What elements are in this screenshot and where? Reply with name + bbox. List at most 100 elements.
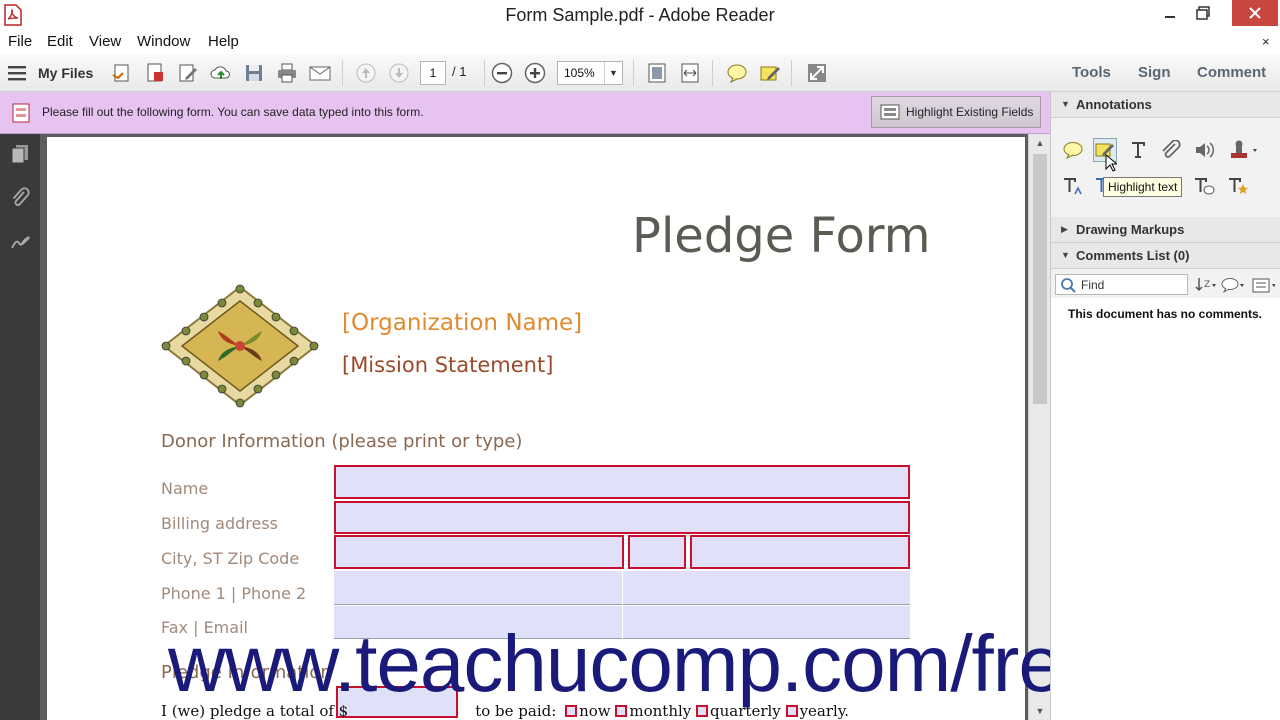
- zoom-out-icon[interactable]: [490, 61, 514, 85]
- create-pdf-icon[interactable]: [110, 61, 134, 85]
- attach-file-tool-icon[interactable]: [1159, 138, 1183, 162]
- menu-edit[interactable]: Edit: [47, 33, 73, 50]
- scroll-thumb[interactable]: [1033, 154, 1047, 404]
- menu-help[interactable]: Help: [208, 33, 239, 50]
- filter-comments-icon[interactable]: [1220, 273, 1244, 297]
- print-icon[interactable]: [275, 61, 299, 85]
- tab-comment[interactable]: Comment: [1197, 64, 1266, 81]
- watermark-url: www.teachucomp.com/free: [168, 619, 1106, 708]
- name-field[interactable]: [334, 465, 910, 499]
- insert-text-tool-icon[interactable]: [1061, 174, 1085, 198]
- record-audio-tool-icon[interactable]: [1192, 138, 1216, 162]
- title-bar: Form Sample.pdf - Adobe Reader: [0, 0, 1280, 30]
- page-number-input[interactable]: 1: [420, 61, 446, 85]
- billing-address-field[interactable]: [334, 501, 910, 534]
- text-correction-tool-icon[interactable]: [1226, 174, 1250, 198]
- my-files-button[interactable]: My Files: [8, 63, 93, 83]
- email-icon[interactable]: [308, 61, 332, 85]
- mission-statement: [Mission Statement]: [342, 353, 554, 377]
- form-notification-bar: Please fill out the following form. You …: [0, 92, 1050, 134]
- phone-2-field[interactable]: [623, 571, 910, 605]
- organization-name: [Organization Name]: [342, 310, 583, 336]
- minimize-button[interactable]: [1155, 0, 1185, 26]
- toolbar-separator: [712, 60, 713, 86]
- find-input[interactable]: Find: [1055, 274, 1188, 295]
- zoom-value: 105%: [564, 66, 595, 80]
- comments-list-label: Comments List (0): [1076, 248, 1190, 263]
- next-page-icon[interactable]: [387, 61, 411, 85]
- close-window-button[interactable]: [1232, 0, 1278, 26]
- stamp-tool-icon[interactable]: [1226, 138, 1262, 162]
- toolbar-separator: [484, 60, 485, 86]
- sort-comments-icon[interactable]: Z: [1194, 273, 1218, 297]
- fit-page-icon[interactable]: [645, 61, 669, 85]
- phone-label: Phone 1 | Phone 2: [161, 584, 307, 603]
- sticky-note-icon[interactable]: [725, 61, 749, 85]
- annotations-label: Annotations: [1076, 97, 1152, 112]
- city-label: City, ST Zip Code: [161, 549, 300, 568]
- menu-file[interactable]: File: [8, 33, 32, 50]
- sticky-note-tool-icon[interactable]: [1061, 138, 1085, 162]
- city-field[interactable]: [334, 535, 624, 569]
- comments-list-section-header[interactable]: ▼ Comments List (0): [1051, 243, 1280, 269]
- page-thumbnails-icon[interactable]: [8, 142, 32, 166]
- close-document-button[interactable]: ×: [1262, 34, 1270, 49]
- previous-page-icon[interactable]: [354, 61, 378, 85]
- toolbar-separator: [633, 60, 634, 86]
- zoom-in-icon[interactable]: [523, 61, 547, 85]
- hamburger-icon: [8, 66, 26, 81]
- page-total: / 1: [452, 64, 467, 79]
- fit-width-icon[interactable]: [678, 61, 702, 85]
- chevron-right-icon: ▶: [1061, 224, 1068, 234]
- highlight-text-tooltip: Highlight text: [1103, 177, 1183, 197]
- donor-info-heading: Donor Information (please print or type): [161, 431, 523, 452]
- navigation-pane: [0, 92, 40, 720]
- full-screen-icon[interactable]: [805, 61, 829, 85]
- chevron-down-icon: ▼: [1061, 99, 1070, 109]
- tab-sign[interactable]: Sign: [1138, 64, 1171, 81]
- add-text-tool-icon[interactable]: [1126, 138, 1150, 162]
- find-placeholder: Find: [1081, 278, 1105, 292]
- menu-bar: File Edit View Window Help ×: [0, 30, 1280, 54]
- chevron-down-icon: ▼: [1061, 250, 1070, 260]
- export-pdf-icon[interactable]: [143, 61, 167, 85]
- menu-window[interactable]: Window: [137, 33, 190, 50]
- scroll-up-icon[interactable]: ▲: [1029, 134, 1051, 152]
- highlight-existing-fields-button[interactable]: Highlight Existing Fields: [871, 96, 1041, 128]
- svg-text:Z: Z: [1204, 280, 1210, 290]
- toolbar-separator: [791, 60, 792, 86]
- annotations-section-header[interactable]: ▼ Annotations: [1051, 92, 1280, 118]
- edit-pdf-icon[interactable]: [176, 61, 200, 85]
- highlight-button-label: Highlight Existing Fields: [906, 105, 1034, 119]
- zoom-select[interactable]: 105% ▼: [557, 61, 623, 85]
- restore-button[interactable]: [1188, 0, 1218, 26]
- drawing-markups-label: Drawing Markups: [1076, 222, 1185, 237]
- highlight-fields-icon: [880, 104, 900, 120]
- comment-options-icon[interactable]: [1251, 273, 1275, 297]
- organization-logo: [160, 283, 320, 409]
- toolbar-separator: [342, 60, 343, 86]
- signatures-icon[interactable]: [8, 230, 32, 254]
- comments-list: [1051, 298, 1280, 720]
- form-message: Please fill out the following form. You …: [42, 105, 424, 119]
- billing-label: Billing address: [161, 514, 278, 533]
- zip-field[interactable]: [690, 535, 910, 569]
- document-title: Pledge Form: [632, 208, 931, 264]
- strikethrough-tool-icon[interactable]: [1192, 174, 1216, 198]
- tab-tools[interactable]: Tools: [1072, 64, 1111, 81]
- search-icon: [1061, 278, 1076, 293]
- adobe-reader-window: Form Sample.pdf - Adobe Reader File Edit…: [0, 0, 1280, 720]
- phone-1-field[interactable]: [334, 571, 622, 605]
- highlight-text-icon[interactable]: [758, 61, 782, 85]
- save-icon[interactable]: [242, 61, 266, 85]
- mouse-cursor-icon: [1105, 153, 1119, 177]
- attachments-icon[interactable]: [8, 186, 32, 210]
- chevron-down-icon[interactable]: ▼: [604, 62, 622, 84]
- window-title: Form Sample.pdf - Adobe Reader: [505, 5, 775, 25]
- upload-icon[interactable]: [209, 61, 233, 85]
- name-label: Name: [161, 479, 209, 498]
- my-files-label: My Files: [38, 65, 94, 81]
- state-field[interactable]: [628, 535, 686, 569]
- menu-view[interactable]: View: [89, 33, 121, 50]
- drawing-markups-section-header[interactable]: ▶ Drawing Markups: [1051, 217, 1280, 243]
